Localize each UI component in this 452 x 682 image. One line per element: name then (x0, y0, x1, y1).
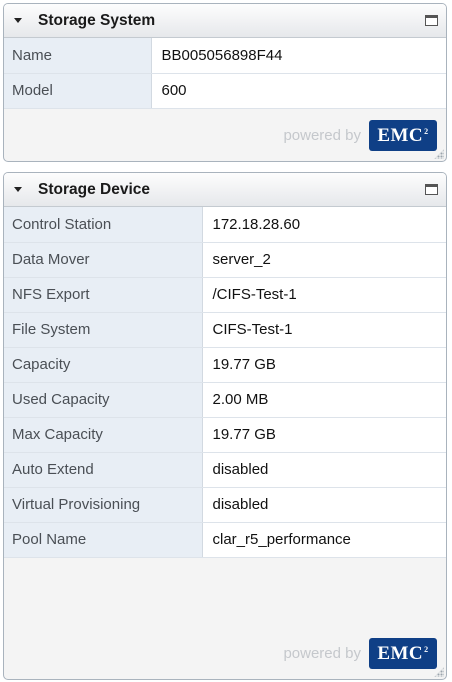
storage-system-table: Name BB005056898F44 Model 600 (4, 38, 446, 109)
storage-device-title: Storage Device (38, 180, 150, 198)
collapse-triangle-icon[interactable] (14, 187, 22, 192)
property-value: /CIFS-Test-1 (202, 277, 446, 313)
table-row: Virtual Provisioning disabled (4, 487, 446, 523)
table-row: Data Mover server_2 (4, 242, 446, 278)
property-label: Used Capacity (4, 382, 203, 418)
powered-by-text: powered by (283, 127, 361, 144)
property-value: clar_r5_performance (202, 522, 446, 558)
property-label: Name (4, 38, 152, 74)
table-row: Capacity 19.77 GB (4, 347, 446, 383)
table-row: Control Station 172.18.28.60 (4, 207, 446, 243)
property-value: BB005056898F44 (151, 38, 446, 74)
storage-system-header[interactable]: Storage System (4, 4, 446, 38)
property-label: File System (4, 312, 203, 348)
property-value: disabled (202, 452, 446, 488)
powered-by-text: powered by (283, 645, 361, 662)
storage-device-header[interactable]: Storage Device (4, 173, 446, 207)
emc-logo-text: EMC (377, 642, 424, 664)
powered-by-footer: powered by EMC 2 (283, 638, 437, 669)
table-row: File System CIFS-Test-1 (4, 312, 446, 348)
property-label: Max Capacity (4, 417, 203, 453)
emc-logo[interactable]: EMC 2 (369, 638, 437, 669)
property-value: 172.18.28.60 (202, 207, 446, 243)
emc-logo-sup: 2 (424, 645, 429, 654)
maximize-icon[interactable] (425, 15, 438, 26)
collapse-triangle-icon[interactable] (14, 18, 22, 23)
storage-system-panel: Storage System Name BB005056898F44 Model… (3, 3, 447, 162)
emc-logo-sup: 2 (424, 127, 429, 136)
property-label: Model (4, 73, 152, 109)
property-value: 19.77 GB (202, 417, 446, 453)
storage-device-table: Control Station 172.18.28.60 Data Mover … (4, 207, 446, 558)
property-label: NFS Export (4, 277, 203, 313)
emc-logo-text: EMC (377, 124, 424, 146)
table-row: Model 600 (4, 73, 446, 109)
storage-device-panel: Storage Device Control Station 172.18.28… (3, 172, 447, 680)
property-value: server_2 (202, 242, 446, 278)
table-row: Name BB005056898F44 (4, 38, 446, 74)
property-value: 600 (151, 73, 446, 109)
property-label: Virtual Provisioning (4, 487, 203, 523)
emc-logo[interactable]: EMC 2 (369, 120, 437, 151)
property-value: CIFS-Test-1 (202, 312, 446, 348)
table-row: Auto Extend disabled (4, 452, 446, 488)
property-value: 2.00 MB (202, 382, 446, 418)
property-label: Capacity (4, 347, 203, 383)
storage-system-title: Storage System (38, 11, 156, 29)
table-row: Max Capacity 19.77 GB (4, 417, 446, 453)
property-label: Control Station (4, 207, 203, 243)
maximize-icon[interactable] (425, 184, 438, 195)
property-label: Pool Name (4, 522, 203, 558)
table-row: Used Capacity 2.00 MB (4, 382, 446, 418)
property-value: disabled (202, 487, 446, 523)
table-row: NFS Export /CIFS-Test-1 (4, 277, 446, 313)
powered-by-footer: powered by EMC 2 (283, 120, 437, 151)
table-row: Pool Name clar_r5_performance (4, 522, 446, 558)
property-label: Auto Extend (4, 452, 203, 488)
property-label: Data Mover (4, 242, 203, 278)
property-value: 19.77 GB (202, 347, 446, 383)
